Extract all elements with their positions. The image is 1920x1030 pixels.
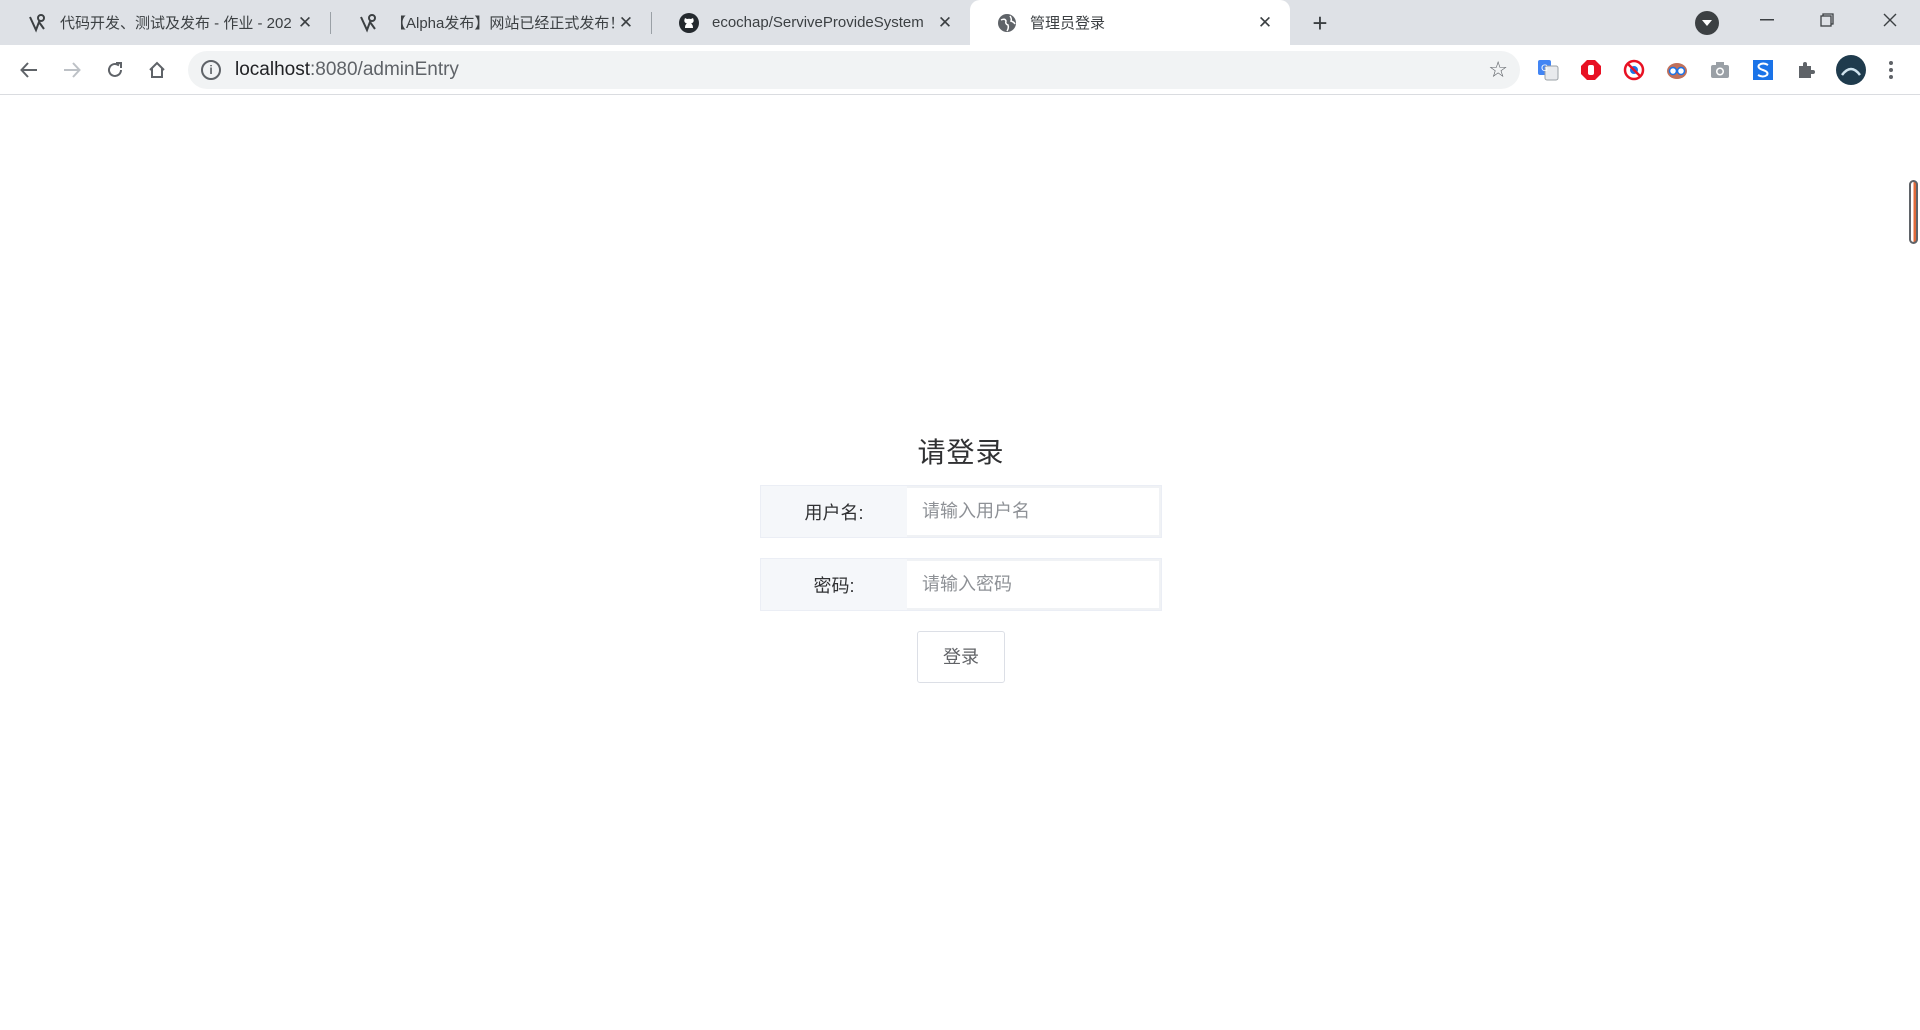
tab-admin-login[interactable]: 管理员登录 ✕: [970, 0, 1290, 45]
minimize-icon: [1760, 19, 1774, 21]
login-button[interactable]: 登录: [917, 631, 1005, 683]
close-icon[interactable]: ✕: [294, 12, 316, 34]
close-icon[interactable]: ✕: [1254, 12, 1276, 34]
username-label: 用户名:: [761, 486, 907, 537]
avatar[interactable]: [1836, 55, 1866, 85]
username-input[interactable]: [907, 486, 1161, 537]
tab-title: 管理员登录: [1030, 15, 1106, 32]
password-input[interactable]: [907, 559, 1161, 610]
home-icon: [149, 61, 165, 78]
restore-icon: [1820, 13, 1834, 27]
tab-title: 代码开发、测试及发布 - 作业 - 202: [60, 15, 292, 32]
scrollbar-thumb[interactable]: [1909, 180, 1918, 244]
tab-search-button[interactable]: [1695, 11, 1719, 35]
address-bar[interactable]: i localhost:8080/adminEntry ☆: [188, 51, 1520, 89]
arrow-left-icon: [20, 62, 37, 78]
google-translate-icon[interactable]: G: [1537, 59, 1559, 81]
tab-strip: 代码开发、测试及发布 - 作业 - 202 ✕ 【Alpha发布】网站已经正式发…: [0, 0, 1920, 45]
star-icon[interactable]: ☆: [1488, 57, 1508, 83]
close-icon: [1883, 13, 1897, 27]
close-icon[interactable]: ✕: [615, 12, 637, 34]
login-title: 请登录: [917, 437, 1005, 468]
password-label: 密码:: [761, 559, 907, 610]
username-row: 用户名:: [760, 485, 1162, 538]
tab-assignment[interactable]: 代码开发、测试及发布 - 作业 - 202 ✕: [0, 0, 330, 45]
url-text[interactable]: localhost:8080/adminEntry: [235, 59, 459, 81]
submit-wrap: 登录: [760, 631, 1162, 683]
window-close-button[interactable]: [1860, 0, 1920, 40]
chevron-down-icon: [1702, 20, 1712, 26]
globe-icon: [996, 12, 1018, 34]
home-button[interactable]: [141, 54, 173, 86]
adblock-icon[interactable]: [1580, 59, 1602, 81]
more-menu-icon[interactable]: [1880, 59, 1902, 81]
tab-alpha-release[interactable]: 【Alpha发布】网站已经正式发布！ ✕: [331, 0, 651, 45]
reload-icon: [108, 62, 122, 77]
tab-github[interactable]: ecochap/ServiveProvideSystem ✕: [652, 0, 970, 45]
back-button[interactable]: [13, 54, 45, 86]
dark-logo-icon: [357, 12, 379, 34]
owl-extension-icon[interactable]: [1666, 59, 1688, 81]
extensions-puzzle-icon[interactable]: [1795, 59, 1817, 81]
arrow-right-icon: [64, 62, 81, 78]
svg-text:G: G: [1541, 64, 1548, 74]
info-icon[interactable]: i: [201, 60, 221, 80]
page-content: 请登录 用户名: 密码: 登录: [0, 96, 1920, 1030]
url-host: localhost: [235, 59, 310, 80]
tab-title: 【Alpha发布】网站已经正式发布！: [391, 15, 615, 32]
close-icon[interactable]: ✕: [934, 12, 956, 34]
s-extension-icon[interactable]: [1752, 59, 1774, 81]
new-tab-button[interactable]: +: [1306, 8, 1334, 38]
restore-button[interactable]: [1797, 0, 1857, 40]
url-path: :8080/adminEntry: [310, 59, 459, 80]
login-form: 请登录 用户名: 密码: 登录: [760, 431, 1162, 683]
forward-button[interactable]: [56, 54, 88, 86]
password-row: 密码:: [760, 558, 1162, 611]
camera-icon[interactable]: [1709, 59, 1731, 81]
tab-title: ecochap/ServiveProvideSystem: [712, 14, 924, 31]
dark-logo-icon: [26, 12, 48, 34]
reload-button[interactable]: [99, 54, 131, 86]
block-site-icon[interactable]: [1623, 59, 1645, 81]
browser-toolbar: i localhost:8080/adminEntry ☆ G: [0, 45, 1920, 95]
minimize-button[interactable]: [1737, 0, 1797, 40]
github-icon: [678, 12, 700, 34]
